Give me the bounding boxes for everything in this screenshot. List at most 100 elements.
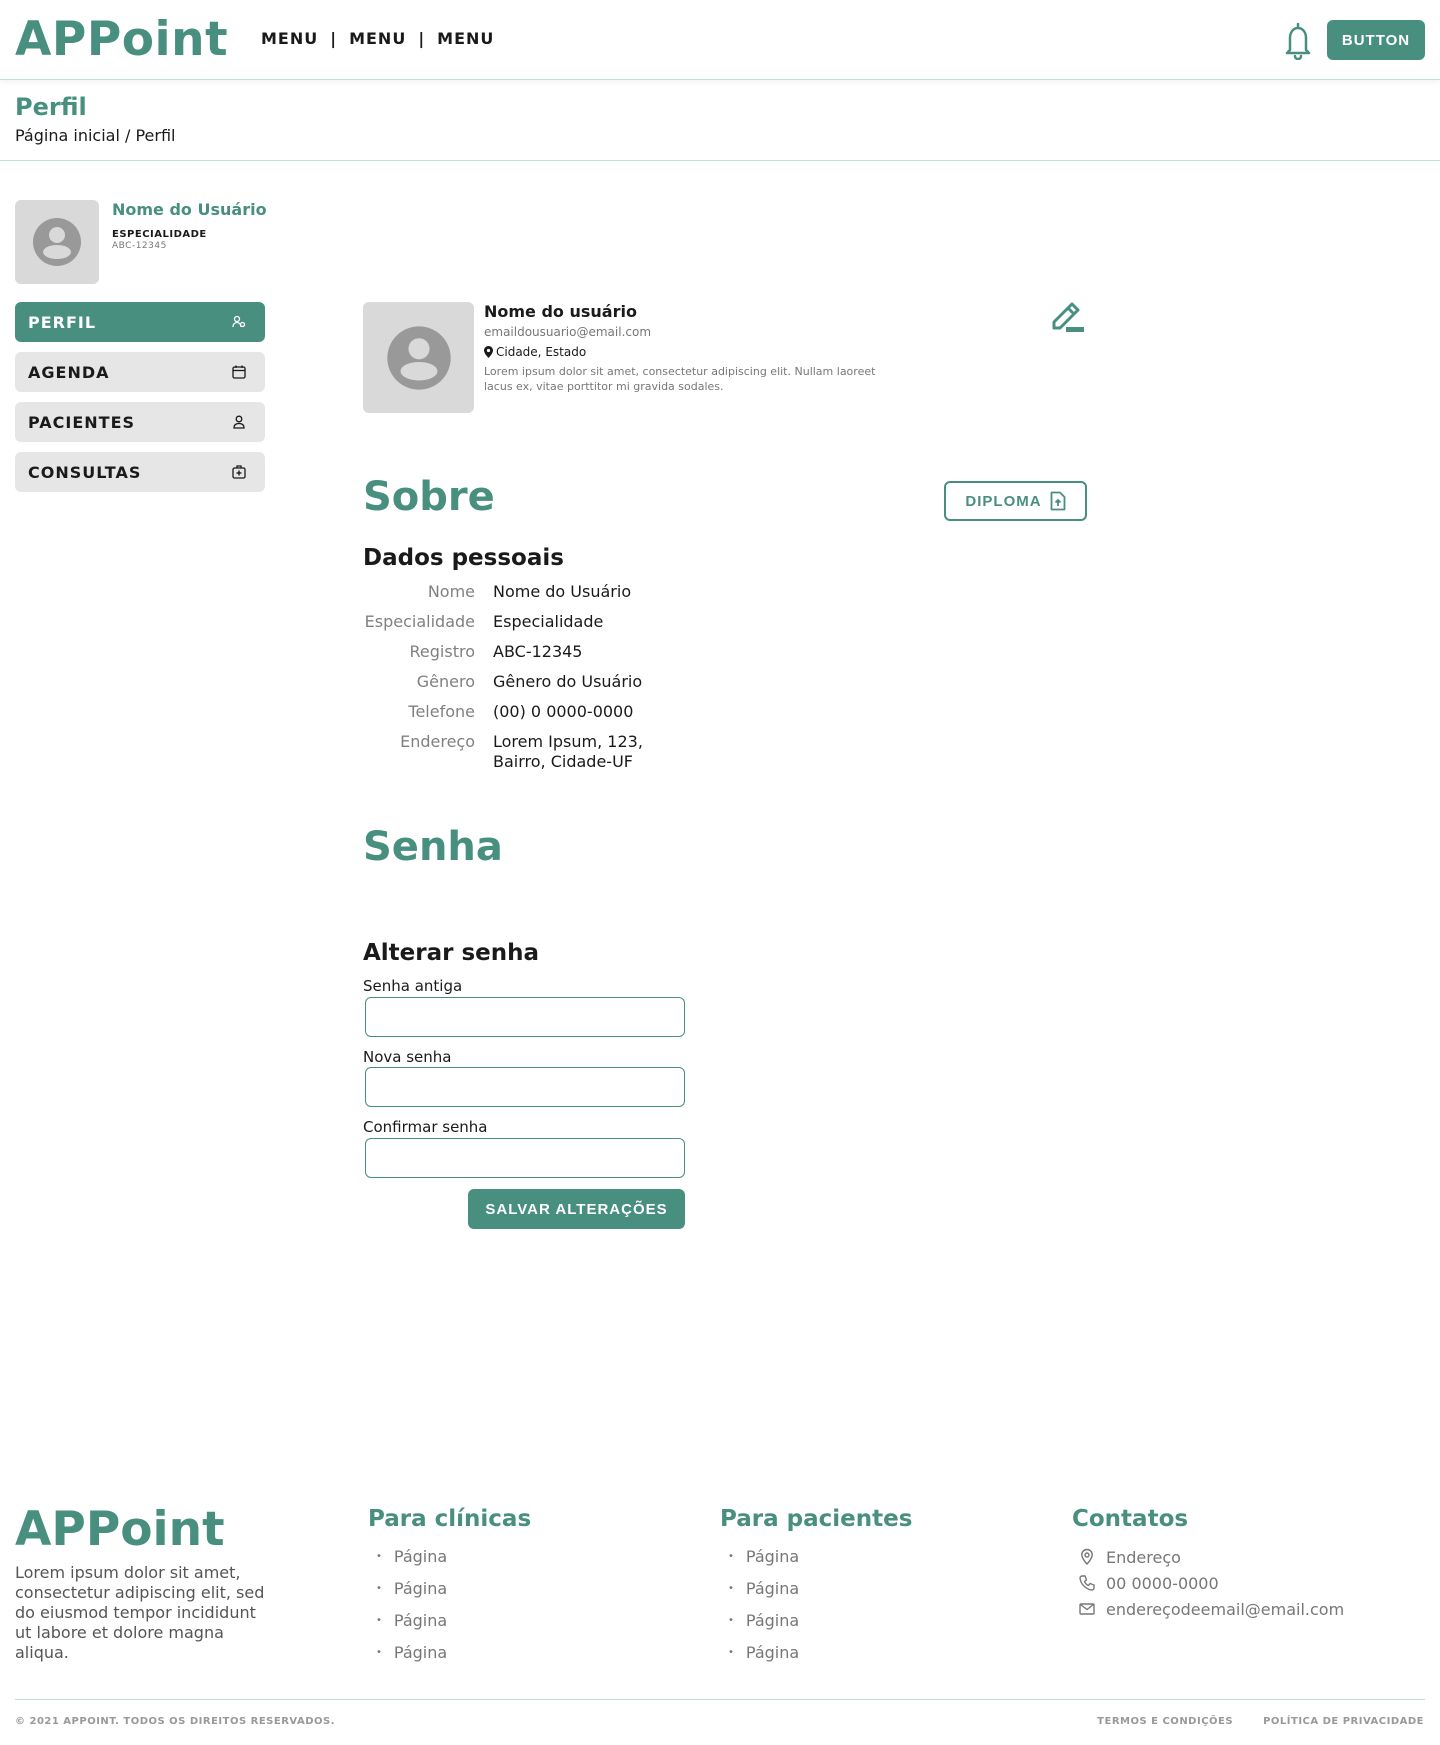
- alterar-senha-title: Alterar senha: [363, 940, 540, 966]
- confirm-password-label: Confirmar senha: [363, 1118, 488, 1136]
- footer-phone-text: 00 0000-0000: [1106, 1573, 1219, 1593]
- dados-pessoais-title: Dados pessoais: [363, 545, 564, 571]
- mail-icon: [1079, 1603, 1095, 1615]
- user-icon: [233, 415, 245, 429]
- terms-link[interactable]: TERMOS E CONDIÇÕES: [1097, 1716, 1233, 1727]
- pd-value-line1: Lorem Ipsum, 123,: [493, 732, 643, 751]
- pd-value: Gênero do Usuário: [493, 672, 643, 691]
- phone-icon: [1079, 1575, 1095, 1591]
- pd-label: Especialidade: [364, 612, 475, 631]
- pd-row-genero: Gênero Gênero do Usuário: [363, 672, 763, 692]
- pd-value: Especialidade: [493, 612, 604, 631]
- sidebar-item-label: PERFIL: [28, 312, 97, 332]
- avatar-icon: [33, 218, 81, 266]
- profile-location: Cidade, Estado: [484, 345, 586, 359]
- footer-legal-links: TERMOS E CONDIÇÕES POLÍTICA DE PRIVACIDA…: [1097, 1716, 1424, 1727]
- new-password-input[interactable]: [365, 1067, 685, 1107]
- pd-value: ABC-12345: [493, 642, 583, 661]
- footer-address: Endereço: [1078, 1544, 1344, 1570]
- footer-patients-list: Página Página Página Página: [720, 1547, 799, 1675]
- pd-value-line2: Bairro, Cidade-UF: [493, 752, 633, 771]
- pd-value: Nome do Usuário: [493, 582, 632, 601]
- footer-phone: 00 0000-0000: [1078, 1570, 1344, 1596]
- footer-email-text[interactable]: endereçodeemail@email.com: [1106, 1600, 1344, 1619]
- page-title: Perfil: [15, 93, 87, 121]
- nav-menu-2[interactable]: MENU: [349, 29, 406, 48]
- profile-avatar[interactable]: [363, 302, 474, 413]
- sidebar-specialty: ESPECIALIDADE: [112, 229, 207, 240]
- profile-name: Nome do usuário: [484, 302, 637, 321]
- header: APPoint MENU | MENU | MENU BUTTON: [0, 0, 1440, 80]
- sobre-title: Sobre: [363, 474, 495, 520]
- edit-icon[interactable]: [1050, 300, 1088, 336]
- pd-label: Gênero: [416, 672, 475, 691]
- sidebar-item-label: CONSULTAS: [28, 462, 142, 482]
- users-icon: [232, 315, 246, 328]
- nav-separator: |: [330, 29, 338, 48]
- footer-patients-title: Para pacientes: [720, 1506, 913, 1532]
- sidebar-registry: ABC-12345: [112, 241, 167, 251]
- breadcrumb[interactable]: Página inicial / Perfil: [15, 126, 175, 145]
- calendar-icon: [232, 365, 246, 379]
- footer-email: endereçodeemail@email.com: [1078, 1596, 1344, 1622]
- sidebar-user-name: Nome do Usuário: [112, 200, 267, 219]
- profile-description: Lorem ipsum dolor sit amet, consectetur …: [484, 365, 876, 393]
- footer-link[interactable]: Página: [368, 1579, 447, 1611]
- footer-divider: [15, 1699, 1425, 1700]
- sidebar-item-label: PACIENTES: [28, 412, 136, 432]
- sidebar-item-perfil[interactable]: PERFIL: [15, 302, 265, 342]
- footer-link[interactable]: Página: [720, 1579, 799, 1611]
- nav-separator: |: [418, 29, 426, 48]
- pd-label: Nome: [427, 582, 475, 601]
- old-password-label: Senha antiga: [363, 977, 463, 995]
- save-changes-button[interactable]: SALVAR ALTERAÇÕES: [468, 1189, 685, 1229]
- medical-kit-icon: [232, 465, 246, 479]
- diploma-button[interactable]: DIPLOMA: [944, 481, 1087, 521]
- footer-link[interactable]: Página: [720, 1611, 799, 1643]
- footer-clinics-title: Para clínicas: [368, 1506, 532, 1532]
- old-password-input[interactable]: [365, 997, 685, 1037]
- pd-label: Endereço: [400, 732, 475, 751]
- pd-row-endereco: Endereço Lorem Ipsum, 123, Bairro, Cidad…: [363, 732, 763, 772]
- footer-contacts-title: Contatos: [1072, 1506, 1189, 1532]
- footer-copyright: © 2021 APPOINT. TODOS OS DIREITOS RESERV…: [15, 1716, 336, 1727]
- profile-email: emaildousuario@email.com: [484, 325, 652, 339]
- diploma-label: DIPLOMA: [965, 492, 1042, 510]
- nav-menu-3[interactable]: MENU: [437, 29, 494, 48]
- pd-value: (00) 0 0000-0000: [493, 702, 634, 721]
- footer-link[interactable]: Página: [720, 1643, 799, 1675]
- avatar-icon: [386, 325, 451, 390]
- footer-link[interactable]: Página: [720, 1547, 799, 1579]
- sidebar-item-consultas[interactable]: CONSULTAS: [15, 452, 265, 492]
- pd-row-telefone: Telefone (00) 0 0000-0000: [363, 702, 763, 722]
- top-nav: MENU | MENU | MENU: [261, 29, 494, 48]
- new-password-label: Nova senha: [363, 1048, 452, 1066]
- footer-link[interactable]: Página: [368, 1643, 447, 1675]
- bell-icon[interactable]: [1282, 22, 1314, 60]
- sidebar-menu: PERFIL AGENDA PACIENTES CONSULTAS: [15, 302, 265, 502]
- footer-logo[interactable]: APPoint: [15, 1502, 225, 1557]
- title-divider: [0, 160, 1440, 161]
- footer-description: Lorem ipsum dolor sit amet, consectetur …: [15, 1563, 265, 1662]
- sidebar-item-agenda[interactable]: AGENDA: [15, 352, 265, 392]
- file-upload-icon: [1050, 491, 1065, 511]
- privacy-link[interactable]: POLÍTICA DE PRIVACIDADE: [1263, 1716, 1424, 1727]
- sidebar-item-pacientes[interactable]: PACIENTES: [15, 402, 265, 442]
- profile-location-text: Cidade, Estado: [496, 345, 587, 359]
- footer-contacts: Endereço 00 0000-0000 endereçodeemail@em…: [1078, 1544, 1344, 1622]
- footer-clinics-list: Página Página Página Página: [368, 1547, 447, 1675]
- logo[interactable]: APPoint: [15, 12, 228, 67]
- footer-link[interactable]: Página: [368, 1611, 447, 1643]
- nav-menu-1[interactable]: MENU: [261, 29, 318, 48]
- location-pin-icon: [1081, 1548, 1093, 1566]
- pd-label: Registro: [409, 642, 475, 661]
- header-button[interactable]: BUTTON: [1327, 20, 1425, 60]
- pd-value: Lorem Ipsum, 123, Bairro, Cidade-UF: [493, 732, 643, 772]
- pd-row-especialidade: Especialidade Especialidade: [363, 612, 763, 632]
- confirm-password-input[interactable]: [365, 1138, 685, 1178]
- footer-link[interactable]: Página: [368, 1547, 447, 1579]
- location-pin-icon: [484, 346, 493, 358]
- footer-address-text: Endereço: [1106, 1547, 1181, 1567]
- sidebar-avatar: [15, 200, 99, 284]
- senha-title: Senha: [363, 824, 503, 870]
